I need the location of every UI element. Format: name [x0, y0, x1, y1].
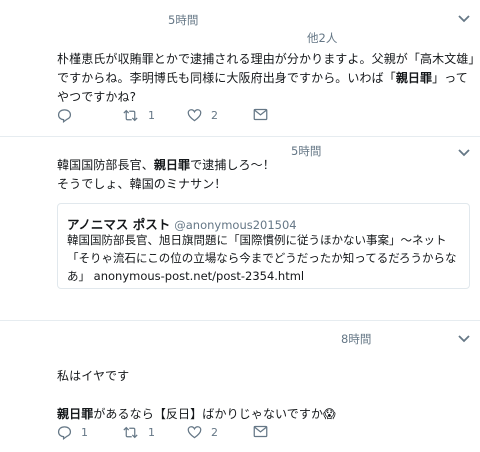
like-button[interactable]: 2 — [187, 425, 218, 439]
retweet-button[interactable]: 1 — [122, 425, 155, 440]
tweet-text-bold: 親日罪 — [153, 158, 191, 172]
like-button[interactable]: 2 — [187, 108, 218, 122]
tweet-text-line: 私はイヤです — [57, 369, 130, 383]
tweet-text-blank-line — [57, 386, 475, 405]
like-count: 2 — [211, 425, 218, 439]
tweet-text: 韓国国防部長官、親日罪で逮捕しろ〜！ そうでしょ、韓国のミナサン！ — [57, 156, 475, 194]
tweet-timestamp[interactable]: 8時間 — [341, 331, 371, 347]
tweet-text-line: 親日罪があるなら【反日】ばかりじゃないですか😱 — [57, 405, 475, 424]
like-icon — [187, 109, 202, 122]
tweet-text-line: 韓国国防部長官、親日罪で逮捕しろ〜！ — [57, 156, 475, 175]
card-author-name[interactable]: アノニマス ポスト — [67, 217, 170, 232]
retweet-icon — [123, 109, 138, 122]
tweet-text-part: があるなら【反日】ばかりじゃないですか😱 — [93, 407, 336, 421]
reply-count: 1 — [81, 426, 88, 439]
like-icon — [187, 426, 202, 439]
liked-by-others[interactable]: 他2人 — [307, 30, 337, 46]
reply-button[interactable]: 1 — [57, 425, 88, 440]
tweet-text-part: 韓国国防部長官、 — [57, 158, 154, 172]
reply-button[interactable] — [57, 108, 81, 123]
tweet-timestamp[interactable]: 5時間 — [168, 12, 198, 28]
dm-button[interactable] — [253, 425, 268, 438]
chevron-down-icon[interactable] — [457, 334, 471, 344]
tweet-text-line: そうでしょ、韓国のミナサン！ — [57, 177, 227, 191]
like-count: 2 — [211, 108, 218, 122]
retweet-count: 1 — [148, 109, 155, 122]
tweet-text-part: で逮捕しろ〜！ — [190, 158, 275, 172]
card-author-handle[interactable]: @anonymous201504 — [174, 218, 296, 232]
dm-button[interactable] — [253, 108, 268, 121]
reply-icon — [57, 109, 72, 123]
dm-icon — [253, 425, 268, 438]
card-text: 韓国国防部長官、旭日旗問題に「国際慣例に従うほかない事案」〜ネット「そりゃ流石に… — [67, 233, 457, 283]
tweet-actions: 1 2 — [57, 108, 477, 128]
tweet-text: 朴槿恵氏が収賄罪とかで逮捕される理由が分かりますよ。父親が「高木文雄」ですからね… — [57, 50, 475, 107]
tweet-2: 5時間 韓国国防部長官、親日罪で逮捕しろ〜！ そうでしょ、韓国のミナサン！ アノ… — [0, 137, 480, 320]
tweet-actions: 1 1 2 — [57, 425, 477, 445]
reply-icon — [57, 426, 72, 440]
tweet-1: 5時間 他2人 朴槿恵氏が収賄罪とかで逮捕される理由が分かりますよ。父親が「高木… — [0, 0, 480, 136]
tweet-text-bold: 親日罪 — [395, 71, 433, 85]
retweet-count: 1 — [148, 426, 155, 439]
dm-icon — [253, 108, 268, 121]
tweet-3: 8時間 私はイヤです 親日罪があるなら【反日】ばかりじゃないですか😱 1 1 2 — [0, 321, 480, 452]
link-card[interactable]: アノニマス ポスト @anonymous201504 韓国国防部長官、旭日旗問題に… — [57, 203, 470, 289]
chevron-down-icon[interactable] — [457, 14, 471, 24]
tweet-text-bold: 親日罪 — [57, 407, 94, 421]
retweet-icon — [123, 426, 138, 439]
retweet-button[interactable]: 1 — [122, 108, 155, 123]
tweet-text: 私はイヤです 親日罪があるなら【反日】ばかりじゃないですか😱 — [57, 367, 475, 424]
